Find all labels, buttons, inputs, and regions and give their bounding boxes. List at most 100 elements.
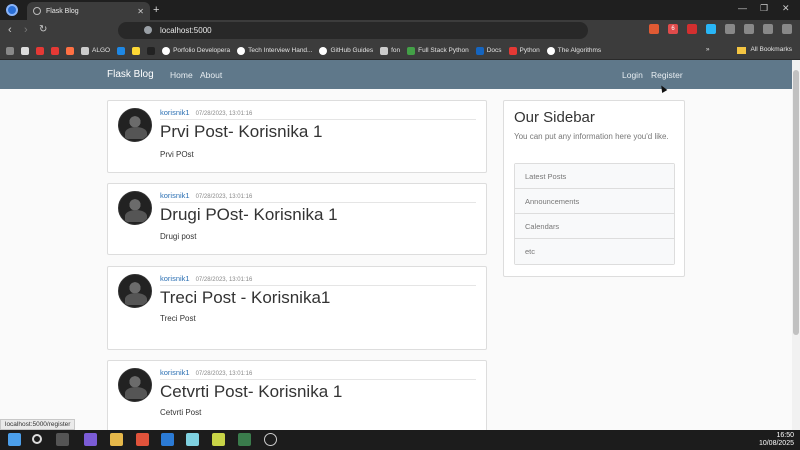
clock-app-icon[interactable] <box>264 433 277 446</box>
puzzle-icon[interactable] <box>725 24 735 34</box>
notification-badge[interactable]: 6 <box>668 24 678 34</box>
github-icon <box>162 46 171 55</box>
site-info-icon[interactable] <box>144 26 152 34</box>
bookmark-favicon[interactable] <box>51 46 59 55</box>
post-title-link[interactable]: Drugi POst- Korisnika 1 <box>160 205 338 225</box>
bookmark-item[interactable]: ALGO <box>81 46 110 55</box>
post-title-link[interactable]: Cetvrti Post- Korisnika 1 <box>160 382 342 402</box>
bookmark-item[interactable]: Full Stack Python <box>407 46 469 55</box>
wallet-icon[interactable] <box>763 24 773 34</box>
bookmark-item[interactable]: Docs <box>475 46 502 55</box>
address-bar[interactable]: localhost:5000 <box>118 22 588 39</box>
scrollbar-thumb[interactable] <box>793 70 799 335</box>
sidebar-item-etc[interactable]: etc <box>515 239 674 264</box>
globe-icon <box>81 46 89 55</box>
post-card: korisnik1 07/28/2023, 13:01:16 Cetvrti Po… <box>107 360 487 430</box>
new-tab-button[interactable]: + <box>153 4 159 16</box>
app-icon[interactable] <box>212 433 225 446</box>
bookmark-favicon[interactable] <box>36 46 44 55</box>
bookmark-item[interactable]: Python <box>508 46 540 55</box>
youtube-icon <box>508 46 517 55</box>
sidebar-item-latest-posts[interactable]: Latest Posts <box>515 164 674 189</box>
post-meta: korisnik1 07/28/2023, 13:01:16 <box>160 108 476 120</box>
extension-icon[interactable] <box>706 24 716 34</box>
avatar <box>118 108 152 142</box>
copilot-icon[interactable] <box>84 433 97 446</box>
search-icon[interactable] <box>32 434 42 444</box>
post-title-link[interactable]: Treci Post - Korisnika1 <box>160 288 330 308</box>
nav-about-link[interactable]: About <box>200 70 222 80</box>
post-meta: korisnik1 07/28/2023, 13:01:16 <box>160 274 476 286</box>
file-explorer-icon[interactable] <box>110 433 123 446</box>
maximize-icon[interactable]: ❐ <box>760 3 768 14</box>
extensions-toolbar: 6 <box>649 24 792 34</box>
forward-icon[interactable]: › <box>24 24 28 36</box>
globe-icon <box>380 46 389 55</box>
post-content: Cetvrti Post <box>160 408 202 417</box>
bookmark-item[interactable]: Porfolio Developera <box>162 46 230 55</box>
clock-time: 16:50 <box>776 432 794 439</box>
windows-start-icon[interactable] <box>8 433 21 446</box>
bookmark-favicon[interactable] <box>21 46 29 55</box>
browser-profile-icon[interactable] <box>6 4 18 16</box>
post-card: korisnik1 07/28/2023, 13:01:16 Prvi Post-… <box>107 100 487 173</box>
more-bookmarks-icon[interactable]: » <box>706 46 710 54</box>
tab-title: Flask Blog <box>46 7 79 15</box>
sidebar-item-calendars[interactable]: Calendars <box>515 214 674 239</box>
sidebar-item-announcements[interactable]: Announcements <box>515 189 674 214</box>
post-card: korisnik1 07/28/2023, 13:01:16 Treci Post… <box>107 266 487 350</box>
bookmark-item[interactable]: The Algorithms <box>546 46 601 55</box>
app-icon[interactable] <box>186 433 199 446</box>
browser-tab[interactable]: Flask Blog ✕ <box>27 2 150 20</box>
post-meta: korisnik1 07/28/2023, 13:01:16 <box>160 368 476 380</box>
vscode-icon[interactable] <box>161 433 174 446</box>
bookmark-item[interactable]: GitHub Guides <box>319 46 373 55</box>
git-icon[interactable] <box>238 433 251 446</box>
brave-shield-icon[interactable] <box>649 24 659 34</box>
bookmark-favicon[interactable] <box>117 46 126 55</box>
post-content: Drugi post <box>160 232 197 241</box>
clock-date: 10/08/2025 <box>758 440 794 447</box>
fullstack-icon <box>407 46 416 55</box>
minimize-icon[interactable]: — <box>738 3 747 13</box>
bookmark-item[interactable]: fon <box>380 46 400 55</box>
link-status-bar: localhost:5000/register <box>0 419 76 430</box>
system-clock[interactable]: 16:50 10/08/2025 <box>759 432 794 448</box>
brave-browser-icon[interactable] <box>136 433 149 446</box>
all-bookmarks[interactable]: All Bookmarks <box>750 46 792 54</box>
post-author-link[interactable]: korisnik1 <box>160 274 190 283</box>
bookmark-favicon[interactable] <box>132 46 141 55</box>
sidebar-text: You can put any information here you'd l… <box>514 132 669 141</box>
post-title-link[interactable]: Prvi Post- Korisnika 1 <box>160 122 323 142</box>
nav-register-link[interactable]: Register <box>651 70 683 80</box>
reload-icon[interactable]: ↻ <box>39 24 47 35</box>
task-view-icon[interactable] <box>56 433 69 446</box>
post-date: 07/28/2023, 13:01:16 <box>195 194 253 200</box>
page-scrollbar[interactable] <box>792 60 800 430</box>
post-author-link[interactable]: korisnik1 <box>160 191 190 200</box>
browser-tab-bar: Flask Blog ✕ + — ❐ ✕ <box>0 0 800 20</box>
extension-icon[interactable] <box>687 24 697 34</box>
bookmark-favicon[interactable] <box>66 46 74 55</box>
bookmarks-bar: ALGO Porfolio Developera Tech Interview … <box>0 42 800 60</box>
nav-home-link[interactable]: Home <box>170 70 193 80</box>
avatar <box>118 191 152 225</box>
page-viewport: Flask Blog Home About Login Register kor… <box>0 60 792 430</box>
window-close-icon[interactable]: ✕ <box>782 3 790 14</box>
post-author-link[interactable]: korisnik1 <box>160 108 190 117</box>
docs-icon <box>475 46 484 55</box>
bookmark-favicon[interactable] <box>147 46 156 55</box>
avatar <box>118 368 152 402</box>
nav-login-link[interactable]: Login <box>622 70 643 80</box>
menu-icon[interactable] <box>782 24 792 34</box>
sidebar-card: Our Sidebar You can put any information … <box>503 100 685 277</box>
site-brand[interactable]: Flask Blog <box>107 69 154 80</box>
post-content: Prvi POst <box>160 150 194 159</box>
sidebar-icon[interactable] <box>744 24 754 34</box>
close-icon[interactable]: ✕ <box>137 7 144 16</box>
back-icon[interactable]: ‹ <box>8 24 12 36</box>
post-author-link[interactable]: korisnik1 <box>160 368 190 377</box>
bookmark-item[interactable]: Tech Interview Hand... <box>237 46 312 55</box>
folder-icon <box>725 46 733 54</box>
apps-icon[interactable] <box>6 46 14 55</box>
